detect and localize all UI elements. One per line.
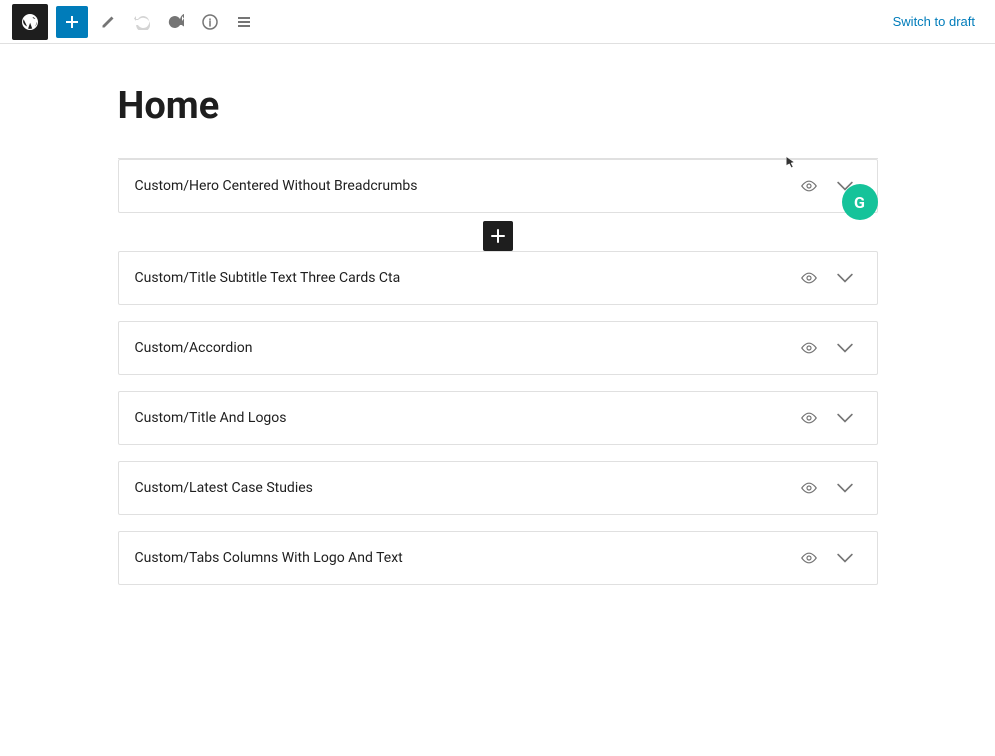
block-item: Custom/Latest Case Studies [118, 461, 878, 515]
pencil-icon [100, 14, 116, 30]
block-expand-button[interactable] [829, 472, 861, 504]
block-header[interactable]: Custom/Tabs Columns With Logo And Text [119, 532, 877, 584]
redo-icon [168, 14, 184, 30]
eye-icon [801, 410, 817, 426]
block-actions [793, 332, 861, 364]
block-item: Custom/Hero Centered Without Breadcrumbs [118, 159, 878, 213]
block-label: Custom/Title And Logos [135, 410, 793, 426]
block-visibility-button[interactable] [793, 332, 825, 364]
block-visibility-button[interactable] [793, 542, 825, 574]
block-item: Custom/Title And Logos [118, 391, 878, 445]
block-header[interactable]: Custom/Latest Case Studies [119, 462, 877, 514]
eye-icon [801, 178, 817, 194]
block-header[interactable]: Custom/Hero Centered Without Breadcrumbs [119, 160, 877, 212]
info-button[interactable] [194, 6, 226, 38]
block-label: Custom/Hero Centered Without Breadcrumbs [135, 178, 793, 194]
page-title: Home [118, 84, 878, 128]
block-label: Custom/Latest Case Studies [135, 480, 793, 496]
add-block-between-button[interactable] [483, 221, 513, 251]
block-expand-button[interactable] [829, 402, 861, 434]
grammarly-label: G [854, 193, 865, 212]
list-view-button[interactable] [228, 6, 260, 38]
switch-to-draft-button[interactable]: Switch to draft [885, 10, 983, 33]
block-actions [793, 262, 861, 294]
block-actions [793, 472, 861, 504]
edit-button[interactable] [92, 6, 124, 38]
gap [118, 523, 878, 531]
add-between-1 [118, 221, 878, 251]
list-view-icon [236, 14, 252, 30]
grammarly-badge[interactable]: G [842, 184, 878, 220]
block-visibility-button[interactable] [793, 262, 825, 294]
block-visibility-button[interactable] [793, 402, 825, 434]
block-label: Custom/Tabs Columns With Logo And Text [135, 550, 793, 566]
wp-logo-icon [20, 12, 40, 32]
wordpress-logo[interactable] [12, 4, 48, 40]
block-header[interactable]: Custom/Title Subtitle Text Three Cards C… [119, 252, 877, 304]
gap [118, 453, 878, 461]
toolbar: Switch to draft [0, 0, 995, 44]
block-list: Custom/Hero Centered Without Breadcrumbs [118, 158, 878, 585]
undo-icon [134, 14, 150, 30]
block-actions [793, 542, 861, 574]
block-label: Custom/Title Subtitle Text Three Cards C… [135, 270, 793, 286]
chevron-down-icon [837, 550, 853, 566]
add-block-button[interactable] [56, 6, 88, 38]
eye-icon [801, 480, 817, 496]
block-header[interactable]: Custom/Accordion [119, 322, 877, 374]
block-item: Custom/Accordion [118, 321, 878, 375]
gap [118, 383, 878, 391]
plus-icon [491, 229, 505, 243]
block-actions [793, 402, 861, 434]
chevron-down-icon [837, 410, 853, 426]
block-expand-button[interactable] [829, 262, 861, 294]
undo-button[interactable] [126, 6, 158, 38]
block-label: Custom/Accordion [135, 340, 793, 356]
block-expand-button[interactable] [829, 542, 861, 574]
block-item: Custom/Title Subtitle Text Three Cards C… [118, 251, 878, 305]
chevron-down-icon [837, 480, 853, 496]
gap [118, 313, 878, 321]
chevron-down-icon [837, 340, 853, 356]
content-area: Home G Custom/Hero Centered Without Brea… [98, 44, 898, 633]
eye-icon [801, 550, 817, 566]
eye-icon [801, 340, 817, 356]
info-icon [202, 14, 218, 30]
plus-icon [64, 14, 80, 30]
block-visibility-button[interactable] [793, 472, 825, 504]
block-expand-button[interactable] [829, 332, 861, 364]
chevron-down-icon [837, 270, 853, 286]
block-visibility-button[interactable] [793, 170, 825, 202]
block-header[interactable]: Custom/Title And Logos [119, 392, 877, 444]
block-item: Custom/Tabs Columns With Logo And Text [118, 531, 878, 585]
redo-button[interactable] [160, 6, 192, 38]
eye-icon [801, 270, 817, 286]
